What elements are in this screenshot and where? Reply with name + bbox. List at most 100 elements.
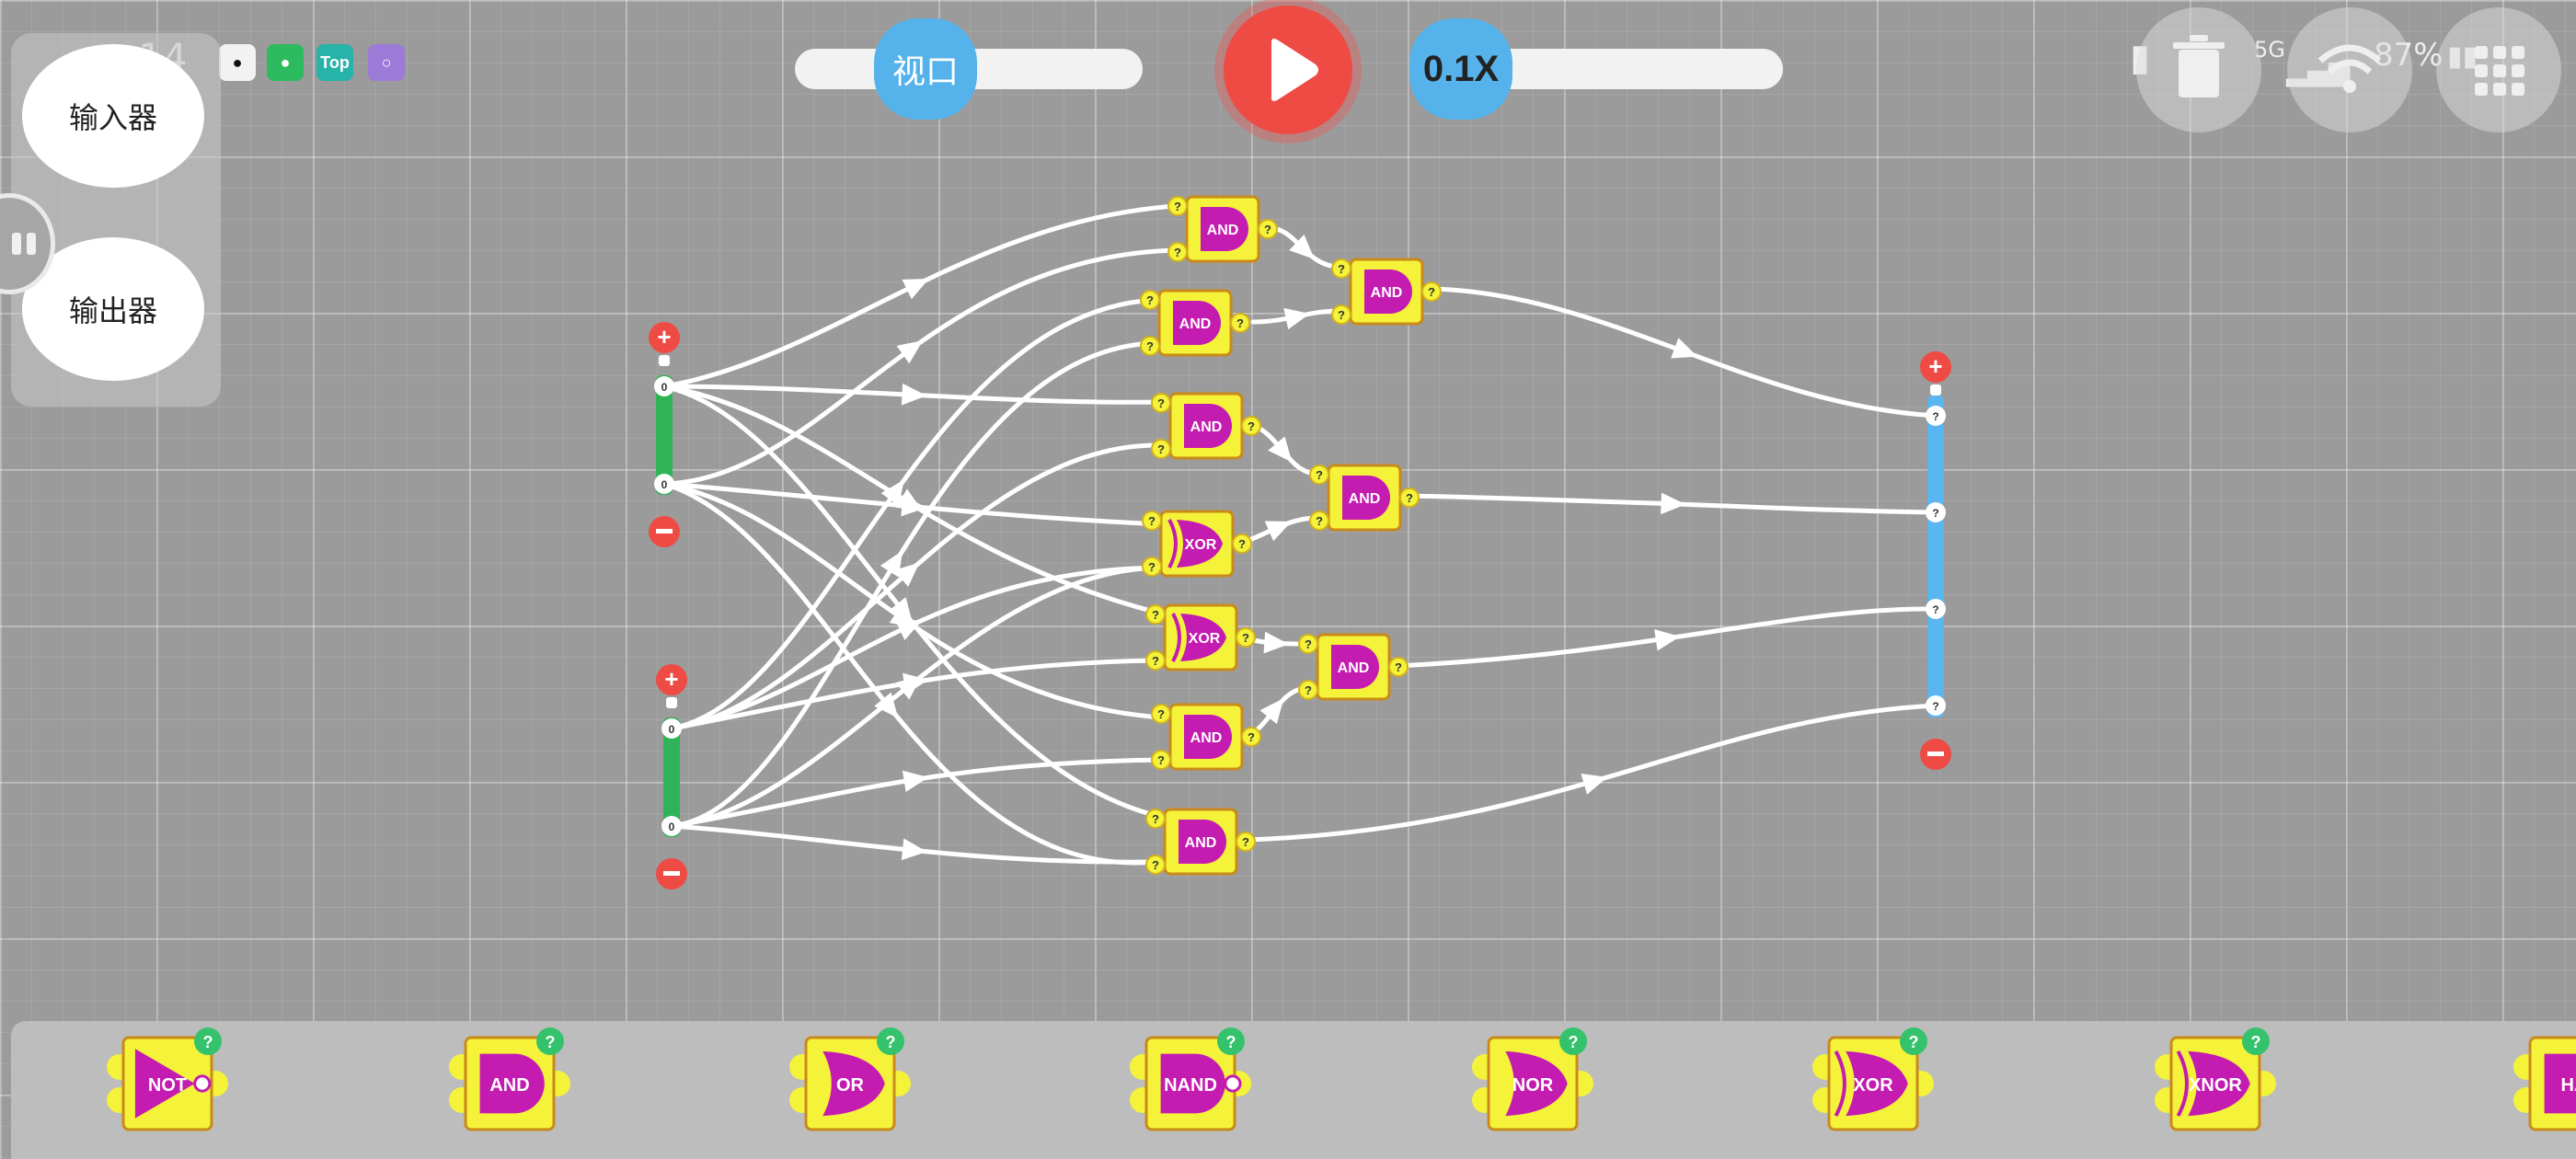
input-component-button[interactable]: 输入器 — [22, 44, 204, 188]
palette-gate-nand[interactable]: NAND? — [1130, 1027, 1251, 1131]
menu-button[interactable] — [2436, 7, 2561, 132]
svg-text:?: ? — [1152, 608, 1159, 622]
wire-direction-arrow — [1661, 492, 1686, 515]
wifi-button[interactable] — [2287, 7, 2412, 132]
palette-gate-label: XOR — [1853, 1075, 1893, 1096]
logic-gate-and[interactable]: AND??? — [1151, 703, 1261, 771]
wire — [661, 384, 1164, 820]
svg-text:?: ? — [1406, 491, 1413, 505]
pin-value: ? — [1932, 603, 1938, 616]
wire-direction-arrow — [902, 278, 929, 300]
trash-icon — [2173, 35, 2225, 98]
help-badge[interactable]: ? — [2242, 1027, 2270, 1055]
help-badge[interactable]: ? — [194, 1027, 222, 1055]
gate-label: AND — [1190, 419, 1223, 435]
svg-text:?: ? — [203, 1033, 213, 1051]
palette-gate-nor[interactable]: NOR? — [1472, 1027, 1593, 1131]
help-badge[interactable]: ? — [536, 1027, 564, 1055]
svg-text:?: ? — [1152, 858, 1159, 872]
help-badge[interactable]: ? — [877, 1027, 904, 1055]
wire-direction-arrow — [901, 383, 927, 406]
wifi-icon — [2317, 44, 2382, 93]
help-badge[interactable]: ? — [1900, 1027, 1927, 1055]
svg-text:?: ? — [1174, 246, 1181, 259]
logic-gate-xor[interactable]: XOR??? — [1142, 510, 1252, 578]
svg-text:?: ? — [1146, 293, 1154, 307]
svg-text:?: ? — [1242, 631, 1249, 645]
svg-text:+: + — [664, 665, 678, 693]
app-icon: ○ — [368, 44, 405, 81]
svg-text:?: ? — [1338, 262, 1345, 276]
wire — [661, 203, 1179, 389]
pin-value: 0 — [661, 478, 668, 491]
svg-text:?: ? — [886, 1033, 896, 1051]
wires — [661, 203, 1938, 866]
wechat-icon: ● — [267, 44, 304, 81]
logic-gate-and[interactable]: AND??? — [1140, 289, 1250, 357]
play-icon — [1271, 39, 1318, 101]
palette-gate-not[interactable]: NOT? — [107, 1027, 228, 1131]
top-icon: Top — [316, 44, 353, 81]
logic-gate-and[interactable]: AND??? — [1151, 392, 1261, 460]
logic-gate-and[interactable]: AND??? — [1167, 195, 1278, 263]
palette-gate-and[interactable]: AND? — [449, 1027, 570, 1131]
delete-button[interactable] — [2136, 7, 2261, 132]
palette-gate-label: XNOR — [2189, 1075, 2242, 1096]
pin-value: 0 — [669, 820, 675, 833]
svg-text:?: ? — [1338, 308, 1345, 322]
palette-gate-label: AND — [489, 1075, 529, 1096]
svg-text:?: ? — [546, 1033, 556, 1051]
help-badge[interactable]: ? — [1559, 1027, 1587, 1055]
wire-direction-arrow — [1283, 307, 1310, 330]
gate-label: XOR — [1189, 631, 1221, 647]
svg-text:?: ? — [1157, 396, 1165, 410]
wire — [669, 757, 1164, 829]
logic-gate-and[interactable]: AND??? — [1331, 258, 1442, 326]
speed-button[interactable]: 0.1X — [1409, 18, 1512, 120]
wire-direction-arrow — [1263, 631, 1289, 654]
svg-text:?: ? — [1174, 200, 1181, 213]
pin-value: 0 — [661, 381, 668, 394]
palette-gate-ha[interactable]: HA? — [2513, 1027, 2576, 1131]
gate-layer: AND???AND???AND???XOR???XOR???AND???AND?… — [1140, 195, 1442, 876]
viewport-button[interactable]: 视口 — [874, 18, 977, 120]
wire-direction-arrow — [1264, 521, 1292, 542]
logic-gate-xor[interactable]: XOR??? — [1145, 603, 1256, 671]
gate-label: XOR — [1185, 537, 1217, 553]
svg-text:?: ? — [1238, 537, 1246, 551]
play-button[interactable] — [1224, 6, 1352, 134]
panel-toggle-handle[interactable] — [0, 193, 55, 294]
input-block-2[interactable]: + — [656, 664, 687, 889]
palette-gate-or[interactable]: OR? — [789, 1027, 911, 1131]
gate-label: AND — [1190, 730, 1223, 746]
svg-text:?: ? — [1248, 730, 1255, 744]
svg-text:?: ? — [1909, 1033, 1919, 1051]
help-badge[interactable]: ? — [1217, 1027, 1245, 1055]
svg-text:?: ? — [1264, 223, 1271, 236]
svg-text:?: ? — [2251, 1033, 2261, 1051]
svg-text:?: ? — [1148, 560, 1156, 574]
wire — [1247, 703, 1938, 843]
gate-label: AND — [1207, 223, 1239, 238]
palette-gate-xnor[interactable]: XNOR? — [2155, 1027, 2276, 1131]
logic-gate-and[interactable]: AND??? — [1309, 464, 1420, 532]
palette-gate-xor[interactable]: XOR? — [1812, 1027, 1934, 1131]
gate-label: AND — [1349, 491, 1381, 507]
palette-gate-label: NOR — [1512, 1075, 1554, 1096]
svg-text:?: ? — [1148, 514, 1156, 528]
svg-text:?: ? — [1152, 654, 1159, 668]
svg-text:?: ? — [1157, 753, 1165, 767]
svg-text:?: ? — [1248, 419, 1255, 433]
wire-direction-arrow — [1581, 773, 1608, 795]
wire — [669, 340, 1158, 829]
logic-gate-and[interactable]: AND??? — [1298, 633, 1409, 701]
svg-text:?: ? — [1152, 812, 1159, 826]
svg-text:?: ? — [1157, 442, 1165, 456]
gate-palette-items: NOT?AND?OR?NAND?NOR?XOR?XNOR?HA? — [107, 1027, 2576, 1131]
gate-label: AND — [1185, 835, 1217, 851]
circuit-canvas[interactable]: + + + AND???AND???AND???XOR???XOR???AND?… — [0, 0, 2576, 1159]
wire-direction-arrow — [1671, 338, 1698, 359]
palette-gate-label: NAND — [1164, 1075, 1217, 1096]
input-block-1[interactable]: + — [649, 322, 680, 547]
logic-gate-and[interactable]: AND??? — [1145, 808, 1256, 876]
